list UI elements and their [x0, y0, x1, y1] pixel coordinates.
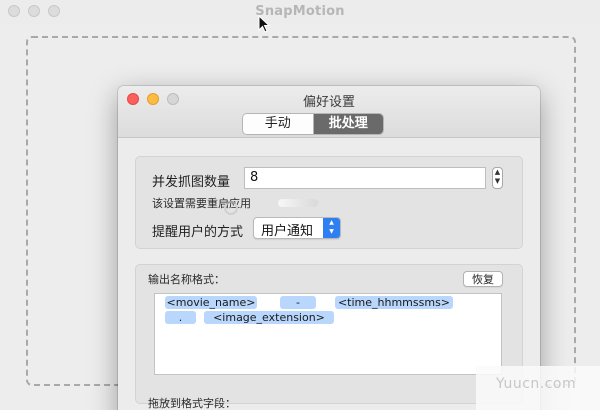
watermark: Yuucn.com [476, 366, 600, 410]
tab-manual[interactable]: 手动 [243, 114, 314, 134]
stepper-up-icon[interactable]: ▲ [493, 168, 502, 177]
tab-batch[interactable]: 批处理 [313, 114, 383, 134]
drag-to-format-label: 拖放到格式字段： [148, 397, 236, 410]
reset-button[interactable]: 恢复 [463, 271, 503, 287]
format-token-field[interactable]: <movie_name> - <time_hhmmssms> . <image_… [154, 293, 502, 375]
token-dash[interactable]: - [280, 296, 316, 309]
concurrent-label: 并发抓图数量 [152, 175, 231, 190]
back-window-titlebar: SnapMotion [0, 0, 600, 24]
general-settings-group: 并发抓图数量 8 ▲ ▼ 该设置需要重启应用 提醒用户的方式 用户通知 ▲ ▼ [135, 156, 523, 249]
loading-spinner-icon [224, 201, 238, 215]
preferences-title: 偏好设置 [302, 95, 355, 110]
mode-segmented-control: 手动 批处理 [242, 113, 384, 135]
token-dot[interactable]: . [165, 311, 196, 324]
back-window-title: SnapMotion [255, 4, 345, 19]
output-format-label: 输出名称格式： [148, 273, 225, 286]
token-movie-name[interactable]: <movie_name> [165, 296, 257, 309]
concurrent-stepper[interactable]: ▲ ▼ [492, 167, 503, 189]
mouse-cursor-icon [258, 15, 270, 33]
concurrent-count-input[interactable]: 8 [244, 167, 486, 189]
select-arrows-icon: ▲ ▼ [323, 218, 340, 238]
preferences-titlebar: 偏好设置 手动 批处理 [118, 86, 540, 138]
token-time[interactable]: <time_hhmmssms> [335, 296, 453, 309]
output-format-group: 输出名称格式： 恢复 <movie_name> - <time_hhmmssms… [135, 264, 523, 410]
notify-method-select[interactable]: 用户通知 ▲ ▼ [253, 217, 341, 239]
stepper-down-icon[interactable]: ▼ [493, 177, 502, 186]
notify-method-value: 用户通知 [261, 224, 314, 239]
preferences-window: 偏好设置 手动 批处理 并发抓图数量 8 ▲ ▼ 该设置需要重启应用 提醒用户的… [118, 86, 540, 410]
watermark-text: Yuucn.com [496, 376, 577, 392]
restart-toggle-track [278, 199, 318, 207]
token-image-extension[interactable]: <image_extension> [204, 311, 334, 324]
notify-label: 提醒用户的方式 [152, 225, 244, 240]
